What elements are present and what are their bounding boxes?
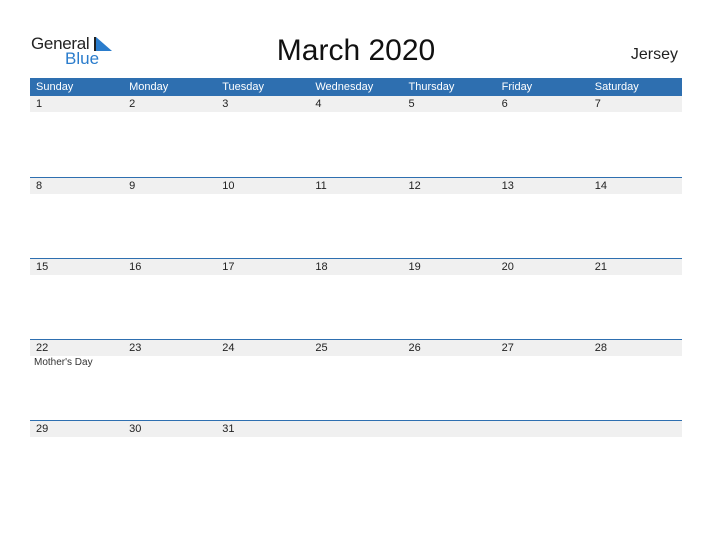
day-event — [309, 112, 402, 113]
weekday-sunday: Sunday — [36, 81, 74, 93]
day-number — [403, 421, 496, 437]
weekday-thursday: Thursday — [408, 81, 455, 93]
day-number: 21 — [594, 261, 607, 273]
day-number: 14 — [594, 180, 607, 192]
week-row: 22 23 24 25 26 27 28 Mother's Day — [30, 339, 682, 420]
weekday-monday: Monday — [129, 81, 169, 93]
day-number: 3 — [222, 98, 229, 110]
weekday-header: Sunday Monday Tuesday Wednesday Thursday… — [30, 78, 682, 96]
calendar-grid: Sunday Monday Tuesday Wednesday Thursday… — [30, 78, 682, 501]
day-event — [216, 275, 309, 276]
day-event — [30, 194, 123, 195]
day-number — [589, 421, 682, 437]
day-event — [309, 275, 402, 276]
day-number: 17 — [222, 261, 235, 273]
event-row — [30, 275, 682, 276]
day-event — [216, 437, 309, 438]
weekday-friday: Friday — [501, 81, 533, 93]
day-event — [123, 112, 216, 113]
weeks-container: 1 2 3 4 5 6 7 8 9 10 11 12 13 14 15 16 17 18 19 20 21 22 23 24 2… — [30, 96, 682, 501]
day-event — [30, 437, 123, 438]
day-event — [216, 194, 309, 195]
day-number: 8 — [36, 180, 43, 192]
day-number-row: 15 16 17 18 19 20 21 — [30, 259, 682, 275]
day-event — [403, 275, 496, 276]
event-row — [30, 437, 682, 438]
day-number: 13 — [501, 180, 514, 192]
day-event — [589, 275, 682, 276]
day-number: 7 — [594, 98, 601, 110]
day-event — [30, 275, 123, 276]
day-event — [403, 112, 496, 113]
day-event — [589, 194, 682, 195]
day-number: 16 — [129, 261, 142, 273]
day-event — [589, 112, 682, 113]
day-event: Mother's Day — [34, 357, 93, 368]
day-number: 15 — [36, 261, 49, 273]
day-number: 29 — [36, 423, 49, 435]
day-number-row: 1 2 3 4 5 6 7 — [30, 96, 682, 112]
country-label: Jersey — [630, 46, 678, 63]
event-row: Mother's Day — [30, 356, 682, 368]
week-row: 15 16 17 18 19 20 21 — [30, 258, 682, 339]
day-number: 30 — [129, 423, 142, 435]
week-row: 1 2 3 4 5 6 7 — [30, 96, 682, 177]
day-number-row: 29 30 31 — [30, 421, 682, 437]
day-event — [496, 275, 589, 276]
day-number: 2 — [129, 98, 136, 110]
day-number: 31 — [222, 423, 235, 435]
day-event — [309, 194, 402, 195]
day-number — [496, 421, 589, 437]
day-event — [403, 194, 496, 195]
day-number: 19 — [408, 261, 421, 273]
day-event — [309, 437, 402, 438]
day-event — [216, 356, 309, 368]
day-event — [403, 356, 496, 368]
day-event — [309, 356, 402, 368]
day-event — [496, 112, 589, 113]
day-event — [123, 437, 216, 438]
day-number: 27 — [501, 342, 514, 354]
day-number: 28 — [594, 342, 607, 354]
page-title: March 2020 — [276, 34, 436, 67]
day-number: 11 — [315, 180, 327, 192]
day-number-row: 22 23 24 25 26 27 28 — [30, 340, 682, 356]
day-event — [496, 356, 589, 368]
day-event — [403, 437, 496, 438]
day-number: 20 — [501, 261, 514, 273]
day-event — [589, 437, 682, 438]
weekday-saturday: Saturday — [594, 81, 639, 93]
day-event — [123, 275, 216, 276]
day-number: 6 — [501, 98, 508, 110]
week-row: 8 9 10 11 12 13 14 — [30, 177, 682, 258]
day-number: 18 — [315, 261, 328, 273]
day-number: 23 — [129, 342, 142, 354]
day-number: 4 — [315, 98, 322, 110]
day-number: 1 — [36, 98, 43, 110]
day-number — [309, 421, 402, 437]
event-row — [30, 194, 682, 195]
day-event — [216, 112, 309, 113]
weekday-tuesday: Tuesday — [222, 81, 265, 93]
day-event — [496, 194, 589, 195]
day-event — [30, 112, 123, 113]
week-row: 29 30 31 — [30, 420, 682, 501]
event-row — [30, 112, 682, 113]
day-number-row: 8 9 10 11 12 13 14 — [30, 178, 682, 194]
day-number: 10 — [222, 180, 235, 192]
day-event — [123, 356, 216, 368]
day-event — [589, 356, 682, 368]
weekday-wednesday: Wednesday — [315, 81, 374, 93]
day-event — [496, 437, 589, 438]
day-event — [123, 194, 216, 195]
day-number: 9 — [129, 180, 136, 192]
day-number: 26 — [408, 342, 421, 354]
day-number: 12 — [408, 180, 421, 192]
day-number: 5 — [408, 98, 415, 110]
day-number: 25 — [315, 342, 328, 354]
day-number: 22 — [36, 342, 49, 354]
day-number: 24 — [222, 342, 235, 354]
